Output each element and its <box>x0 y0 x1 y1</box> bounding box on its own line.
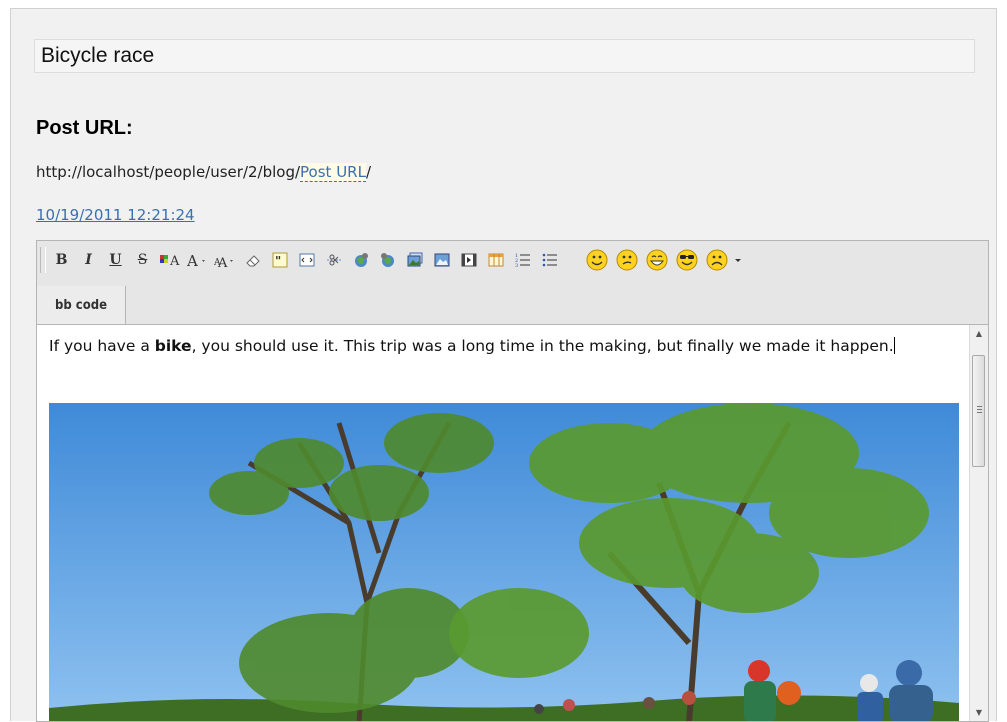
photo-image <box>49 403 959 721</box>
editor-toolbar: B I U S A A A A " 1 2 3 <box>37 241 988 287</box>
svg-text:A: A <box>187 252 198 268</box>
font-color-button[interactable]: A <box>159 249 183 270</box>
post-date-link[interactable]: 10/19/2011 12:21:24 <box>36 206 195 224</box>
body-text-bold: bike <box>154 337 192 355</box>
more-smileys-icon <box>735 258 741 262</box>
scroll-down-arrow[interactable]: ▼ <box>970 704 988 721</box>
body-text-start: If you have a <box>49 337 155 355</box>
video-icon <box>461 253 476 266</box>
image-gallery-button[interactable] <box>404 249 425 270</box>
eraser-button[interactable] <box>242 249 263 270</box>
quote-icon: " <box>272 252 287 268</box>
video-button[interactable] <box>458 249 479 270</box>
editor-scrollbar[interactable]: ▲ ▼ <box>969 325 988 721</box>
ordered-list-icon: 123 <box>515 253 530 268</box>
code-icon <box>299 253 314 266</box>
table-icon <box>488 253 503 266</box>
scroll-grip <box>977 406 982 415</box>
unlink-button[interactable] <box>377 249 398 270</box>
post-body-text: If you have a bike, you should use it. T… <box>49 337 929 355</box>
font-size-up-button[interactable]: A <box>187 249 211 270</box>
confused-button[interactable] <box>615 249 639 270</box>
scroll-up-arrow[interactable]: ▲ <box>970 325 988 342</box>
ordered-list-button[interactable]: 123 <box>512 249 533 270</box>
underline-button[interactable]: U <box>105 249 126 270</box>
editor-content-area[interactable]: If you have a bike, you should use it. T… <box>37 325 970 721</box>
text-caret <box>893 337 895 354</box>
toolbar-grip <box>40 247 46 273</box>
confused-icon <box>616 249 638 270</box>
link-icon <box>354 252 368 267</box>
image-gallery-icon <box>407 252 422 266</box>
post-url-prefix: http://localhost/people/user/2/blog/ <box>36 163 301 181</box>
blog-post-form: Post URL: http://localhost/people/user/2… <box>10 8 997 722</box>
svg-text:A: A <box>217 256 228 268</box>
sad-icon <box>706 249 728 270</box>
strikethrough-button[interactable]: S <box>132 249 153 270</box>
post-url-line: http://localhost/people/user/2/blog/Post… <box>36 163 372 182</box>
svg-text:": " <box>275 254 281 268</box>
more-smileys-button[interactable] <box>731 249 745 270</box>
italic-button[interactable]: I <box>78 249 99 270</box>
cool-icon <box>676 249 698 270</box>
sad-button[interactable] <box>705 249 729 270</box>
bbcode-toggle-button[interactable]: bb code <box>37 286 126 324</box>
post-url-suffix: / <box>365 163 372 181</box>
post-url-heading: Post URL: <box>36 117 133 139</box>
font-size-down-icon: A A <box>214 256 233 268</box>
laugh-icon <box>646 249 668 270</box>
image-icon <box>434 253 449 266</box>
bold-button[interactable]: B <box>51 249 72 270</box>
image-button[interactable] <box>431 249 452 270</box>
post-title-input[interactable] <box>34 39 975 73</box>
body-text-end: , you should use it. This trip was a lon… <box>191 337 894 355</box>
scroll-thumb[interactable] <box>972 355 985 467</box>
font-color-icon: A <box>160 254 180 268</box>
smile-icon <box>586 249 608 270</box>
unlink-icon <box>380 252 394 267</box>
svg-text:A: A <box>169 254 180 268</box>
link-button[interactable] <box>350 249 371 270</box>
unordered-list-button[interactable] <box>539 249 560 270</box>
editor-mode-bar: bb code <box>37 286 988 325</box>
spoiler-button[interactable] <box>323 249 344 270</box>
font-size-up-icon: A <box>187 252 205 268</box>
post-url-slug-editable[interactable]: Post URL <box>300 163 366 182</box>
rich-text-editor: B I U S A A A A " 1 2 3 bb code If you h… <box>36 240 989 722</box>
smile-button[interactable] <box>585 249 609 270</box>
spoiler-icon <box>326 254 341 265</box>
table-button[interactable] <box>485 249 506 270</box>
quote-button[interactable]: " <box>269 249 290 270</box>
unordered-list-icon <box>542 253 557 266</box>
laugh-button[interactable] <box>645 249 669 270</box>
svg-text:3: 3 <box>515 263 518 268</box>
code-button[interactable] <box>296 249 317 270</box>
post-photo[interactable] <box>49 403 959 721</box>
eraser-icon <box>245 254 260 266</box>
font-size-down-button[interactable]: A A <box>214 249 238 270</box>
cool-button[interactable] <box>675 249 699 270</box>
